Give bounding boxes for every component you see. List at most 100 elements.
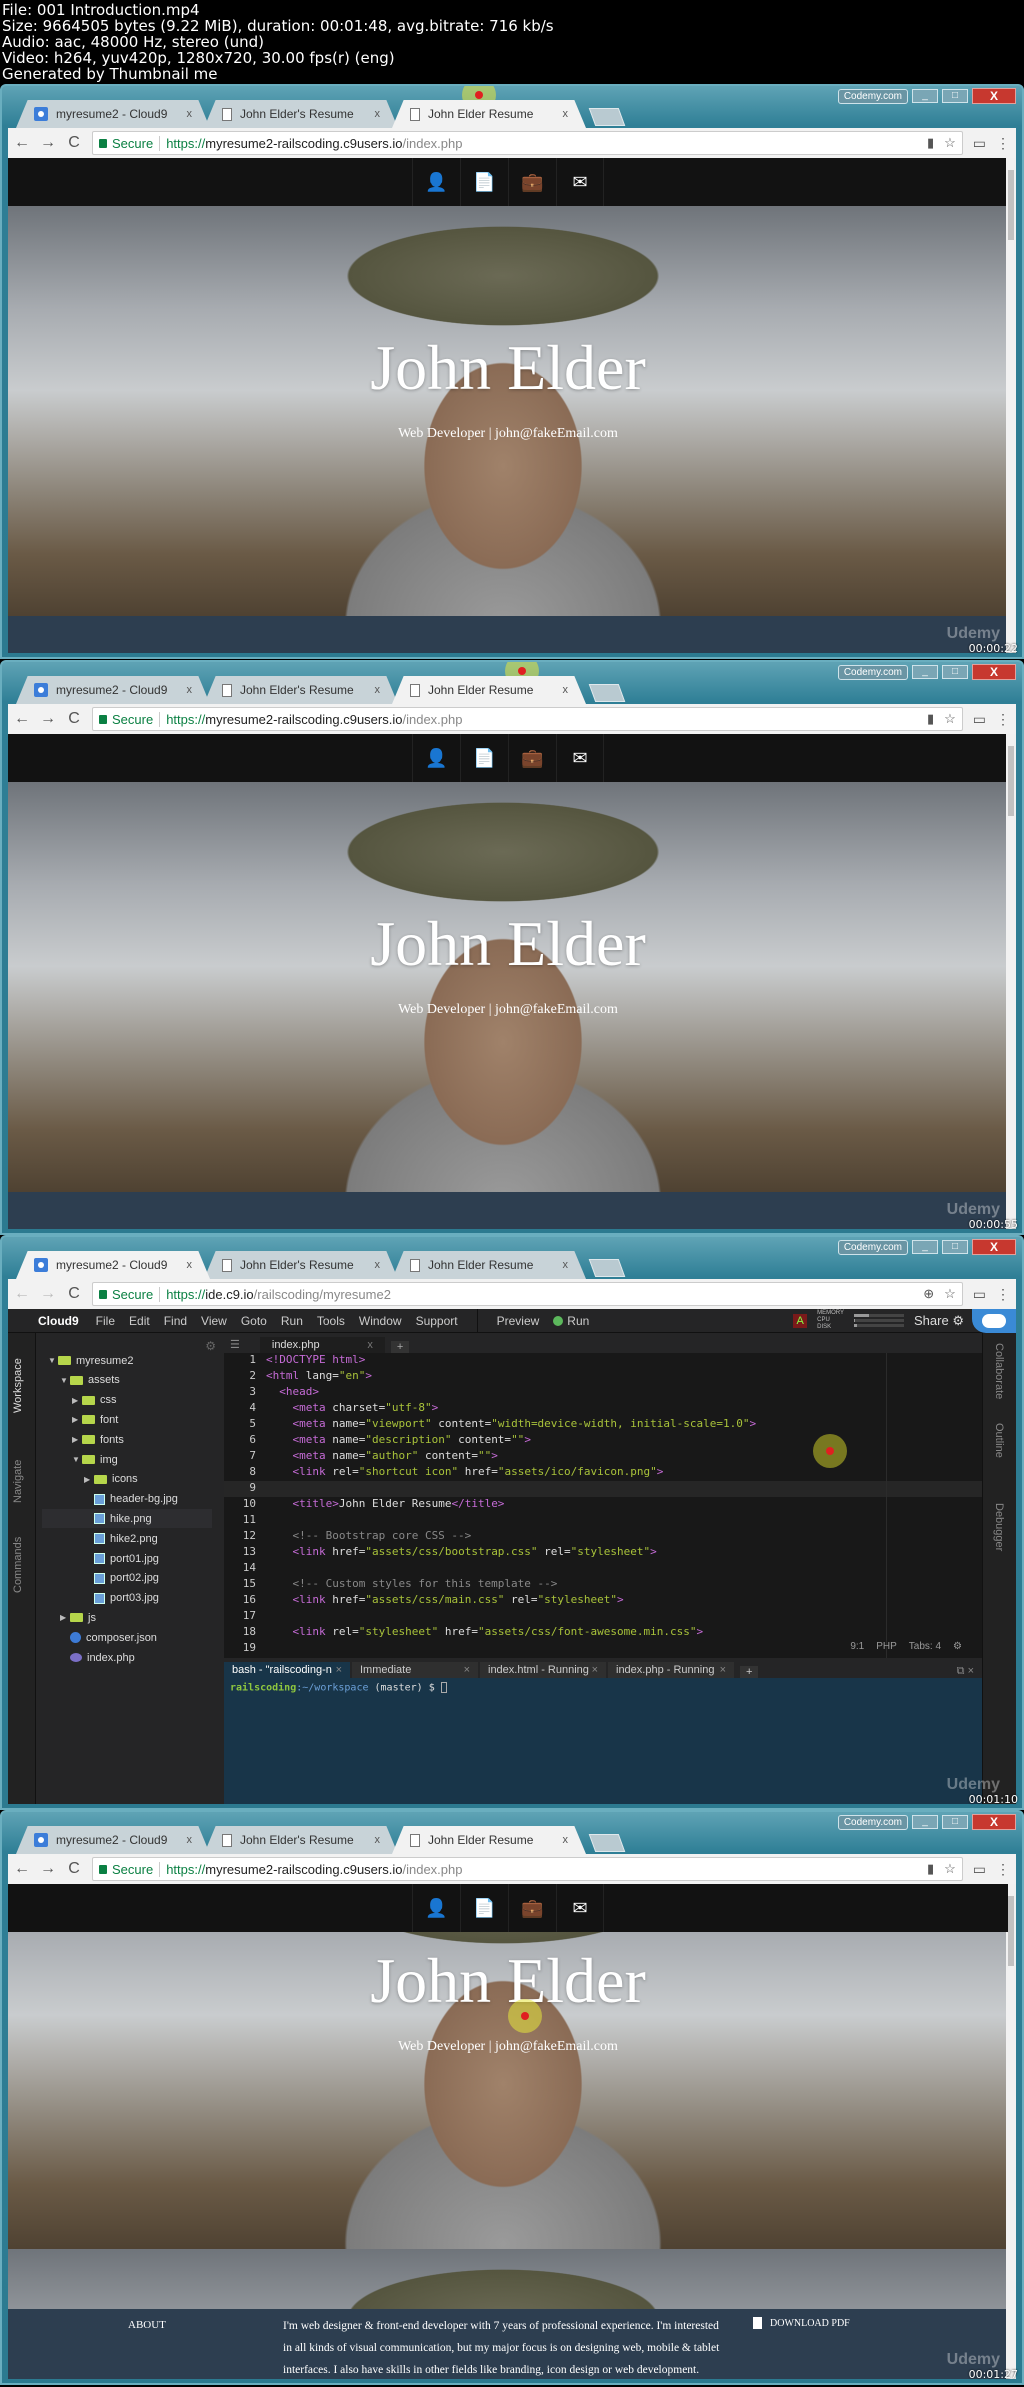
new-tab-button[interactable] <box>588 684 626 702</box>
close-tab-icon[interactable]: x <box>187 684 193 696</box>
tab-cloud9[interactable]: myresume2 - Cloud9 x <box>16 676 210 704</box>
file-icon[interactable]: 📄 <box>460 158 508 206</box>
editor-settings-icon[interactable]: ⚙ <box>953 1641 962 1652</box>
page-scrollbar[interactable] <box>1006 158 1016 653</box>
bookmark-star-icon[interactable]: ☆ <box>944 1861 956 1877</box>
preview-button[interactable]: Preview <box>497 1314 540 1328</box>
tab-john-elders-resume[interactable]: John Elder's Resume x <box>204 1826 398 1854</box>
menu-run[interactable]: Run <box>281 1314 303 1328</box>
close-window-button[interactable]: X <box>972 88 1016 104</box>
caret-right-icon[interactable]: ▶ <box>72 1415 82 1424</box>
chrome-menu-icon[interactable]: ⋮ <box>996 135 1010 152</box>
menu-view[interactable]: View <box>201 1314 227 1328</box>
chrome-menu-icon[interactable]: ⋮ <box>996 1286 1010 1303</box>
page-scrollbar[interactable] <box>1006 1884 1016 2379</box>
forward-button[interactable]: → <box>40 134 56 152</box>
tab-john-elders-resume[interactable]: John Elder's Resume x <box>204 676 398 704</box>
page-scrollbar[interactable] <box>1006 734 1016 1229</box>
minimize-button[interactable]: _ <box>912 665 938 679</box>
tree-item[interactable]: ▶ font <box>72 1410 118 1429</box>
close-tab-icon[interactable]: × <box>592 1664 598 1676</box>
forward-button[interactable]: → <box>40 1285 56 1303</box>
reload-button[interactable]: C <box>66 1285 82 1303</box>
envelope-icon[interactable]: ✉ <box>556 158 604 206</box>
address-bar[interactable]: Secure https://ide.c9.io/railscoding/myr… <box>92 1282 963 1306</box>
extension-icon[interactable]: ▮ <box>927 1861 934 1877</box>
menu-find[interactable]: Find <box>164 1314 187 1328</box>
tree-item[interactable]: ▼ myresume2 <box>48 1351 133 1370</box>
rail-tab-workspace[interactable]: Workspace <box>12 1358 24 1413</box>
envelope-icon[interactable]: ✉ <box>556 734 604 782</box>
rail-tab-commands[interactable]: Commands <box>12 1537 24 1593</box>
close-tab-icon[interactable]: x <box>375 1259 381 1271</box>
panel-controls[interactable]: ⧉ × <box>957 1665 974 1678</box>
close-tab-icon[interactable]: x <box>187 108 193 120</box>
user-icon[interactable]: 👤 <box>412 1884 460 1932</box>
menu-file[interactable]: File <box>96 1314 115 1328</box>
caret-down-icon[interactable]: ▼ <box>60 1376 70 1385</box>
caret-down-icon[interactable]: ▼ <box>72 1455 82 1464</box>
tab-john-elders-resume[interactable]: John Elder's Resume x <box>204 100 398 128</box>
new-tab-button[interactable] <box>588 1834 626 1852</box>
menu-tools[interactable]: Tools <box>317 1314 345 1328</box>
rail-tab-navigate[interactable]: Navigate <box>12 1460 24 1503</box>
gear-icon[interactable]: ⚙ <box>952 1313 964 1328</box>
close-tab-icon[interactable]: x <box>563 1834 569 1846</box>
caret-right-icon[interactable]: ▶ <box>84 1475 94 1484</box>
back-button[interactable]: ← <box>14 134 30 152</box>
close-tab-icon[interactable]: x <box>367 1339 373 1351</box>
tab-john-elder-resume[interactable]: John Elder Resume x <box>392 1251 586 1279</box>
rail-tab-debugger[interactable]: Debugger <box>993 1503 1005 1551</box>
close-window-button[interactable]: X <box>972 664 1016 680</box>
tree-item[interactable]: index.php <box>60 1648 135 1667</box>
tab-cloud9[interactable]: myresume2 - Cloud9 x <box>16 100 210 128</box>
rail-tab-outline[interactable]: Outline <box>993 1423 1005 1458</box>
file-icon[interactable]: 📄 <box>460 1884 508 1932</box>
menu-window[interactable]: Window <box>359 1314 402 1328</box>
tree-item[interactable]: port02.jpg <box>84 1569 159 1588</box>
tree-item[interactable]: ▶ fonts <box>72 1430 124 1449</box>
reload-button[interactable]: C <box>66 710 82 728</box>
close-window-button[interactable]: X <box>972 1814 1016 1830</box>
tree-item[interactable]: port01.jpg <box>84 1549 159 1568</box>
tab-john-elder-resume[interactable]: John Elder Resume x <box>392 100 586 128</box>
file-icon[interactable]: 📄 <box>460 734 508 782</box>
briefcase-icon[interactable]: 💼 <box>508 158 556 206</box>
tree-settings-icon[interactable]: ⚙ <box>205 1339 216 1353</box>
close-tab-icon[interactable]: x <box>375 1834 381 1846</box>
minimize-button[interactable]: _ <box>912 1240 938 1254</box>
address-bar[interactable]: Secure https://myresume2-railscoding.c9u… <box>92 707 963 731</box>
terminal-tab[interactable]: index.html - Running × <box>480 1662 606 1678</box>
envelope-icon[interactable]: ✉ <box>556 1884 604 1932</box>
close-tab-icon[interactable]: × <box>336 1664 342 1676</box>
briefcase-icon[interactable]: 💼 <box>508 1884 556 1932</box>
tree-item[interactable]: composer.json <box>60 1628 157 1647</box>
editor-tab-index-php[interactable]: index.php x <box>259 1337 385 1353</box>
terminal-panel[interactable]: bash - "railscoding-n × Immediate × index.ht… <box>224 1658 982 1804</box>
cast-icon[interactable]: ▭ <box>973 1286 986 1303</box>
cast-icon[interactable]: ▭ <box>973 135 986 152</box>
download-pdf-link[interactable]: DOWNLOAD PDF <box>753 2317 850 2329</box>
tree-item[interactable]: ▶ css <box>72 1391 117 1410</box>
tab-john-elder-resume[interactable]: John Elder Resume x <box>392 676 586 704</box>
back-button[interactable]: ← <box>14 1860 30 1878</box>
tree-item[interactable]: ▶ js <box>60 1608 96 1627</box>
extension-icon[interactable]: ▮ <box>927 135 934 151</box>
maximize-button[interactable]: □ <box>942 665 968 679</box>
forward-button[interactable]: → <box>40 710 56 728</box>
language-mode[interactable]: PHP <box>876 1641 897 1652</box>
extension-icon[interactable]: ▮ <box>927 711 934 727</box>
caret-right-icon[interactable]: ▶ <box>72 1396 82 1405</box>
scrollbar-thumb[interactable] <box>1008 1896 1014 1966</box>
bookmark-star-icon[interactable]: ☆ <box>944 1286 956 1302</box>
reload-button[interactable]: C <box>66 134 82 152</box>
new-editor-tab-button[interactable]: + <box>390 1341 410 1353</box>
close-window-button[interactable]: X <box>972 1239 1016 1255</box>
minimize-button[interactable]: _ <box>912 1815 938 1829</box>
scrollbar-thumb[interactable] <box>1008 170 1014 240</box>
menu-support[interactable]: Support <box>416 1314 458 1328</box>
close-tab-icon[interactable]: x <box>563 1259 569 1271</box>
maximize-button[interactable]: □ <box>942 1815 968 1829</box>
back-button[interactable]: ← <box>14 1285 30 1303</box>
terminal-tab[interactable]: index.php - Running × <box>608 1662 734 1678</box>
